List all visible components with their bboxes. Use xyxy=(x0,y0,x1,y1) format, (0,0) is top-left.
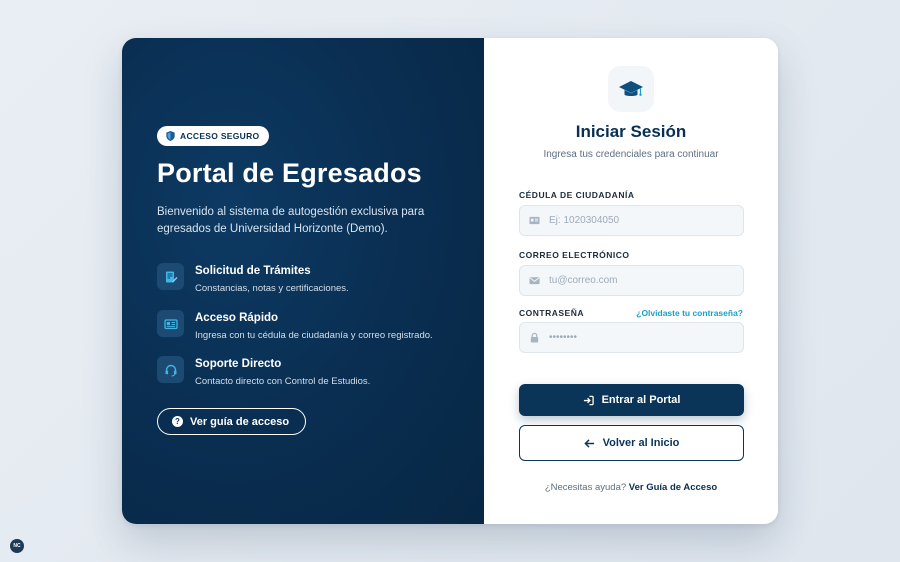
document-edit-icon xyxy=(157,263,184,290)
feature-item: Acceso Rápido Ingresa con tu cédula de c… xyxy=(157,310,433,341)
sign-in-icon xyxy=(583,395,594,405)
cedula-field[interactable] xyxy=(519,205,744,236)
portal-description: Bienvenido al sistema de autogestión exc… xyxy=(157,206,425,235)
email-label: CORREO ELECTRÓNICO xyxy=(519,250,630,260)
help-line: ¿Necesitas ayuda? Ver Guía de Acceso xyxy=(484,482,778,493)
email-input[interactable] xyxy=(549,275,719,286)
envelope-icon xyxy=(529,277,540,285)
lock-icon xyxy=(530,332,539,343)
graduation-cap-icon xyxy=(608,66,654,112)
password-field[interactable] xyxy=(519,322,744,353)
login-button-label: Entrar al Portal xyxy=(601,394,681,406)
access-guide-link[interactable]: Ver Guía de Acceso xyxy=(629,482,717,493)
password-label: CONTRASEÑA xyxy=(519,308,584,318)
feature-item: Soporte Directo Contacto directo con Con… xyxy=(157,356,370,387)
cedula-input[interactable] xyxy=(549,215,719,226)
back-home-button[interactable]: Volver al Inicio xyxy=(519,425,744,461)
back-button-label: Volver al Inicio xyxy=(602,437,680,449)
feature-title: Soporte Directo xyxy=(195,358,282,370)
forgot-password-link[interactable]: ¿Olvidaste tu contraseña? xyxy=(636,308,743,318)
feature-title: Acceso Rápido xyxy=(195,312,279,324)
badge-label: ACCESO SEGURO xyxy=(180,131,260,141)
secure-access-badge: ACCESO SEGURO xyxy=(157,126,270,146)
help-text: ¿Necesitas ayuda? xyxy=(544,482,627,493)
arrow-left-icon xyxy=(583,438,594,448)
login-button[interactable]: Entrar al Portal xyxy=(519,384,744,416)
guide-button[interactable]: ? Ver guía de acceso xyxy=(157,408,307,435)
feature-text: Contacto directo con Control de Estudios… xyxy=(195,376,371,387)
info-panel: ACCESO SEGURO Portal de Egresados Bienve… xyxy=(122,38,484,524)
headset-icon xyxy=(157,356,184,383)
guide-button-label: Ver guía de acceso xyxy=(190,415,290,428)
password-input[interactable] xyxy=(549,332,719,343)
feature-item: Solicitud de Trámites Constancias, notas… xyxy=(157,263,349,294)
login-subtitle: Ingresa tus credenciales para continuar xyxy=(543,149,719,160)
corner-badge[interactable]: NC xyxy=(10,539,24,553)
login-panel: Iniciar Sesión Ingresa tus credenciales … xyxy=(484,38,778,524)
feature-text: Constancias, notas y certificaciones. xyxy=(195,283,349,294)
email-field[interactable] xyxy=(519,265,744,296)
feature-title: Solicitud de Trámites xyxy=(195,265,311,277)
id-card-icon xyxy=(529,216,540,225)
id-card-icon xyxy=(157,310,184,337)
login-card: ACCESO SEGURO Portal de Egresados Bienve… xyxy=(122,38,778,524)
feature-text: Ingresa con tu cédula de ciudadanía y co… xyxy=(195,330,433,341)
question-icon: ? xyxy=(172,416,183,427)
shield-icon xyxy=(166,131,175,141)
login-title: Iniciar Sesión xyxy=(575,122,687,141)
portal-title: Portal de Egresados xyxy=(157,158,422,188)
cedula-label: CÉDULA DE CIUDADANÍA xyxy=(519,190,635,200)
